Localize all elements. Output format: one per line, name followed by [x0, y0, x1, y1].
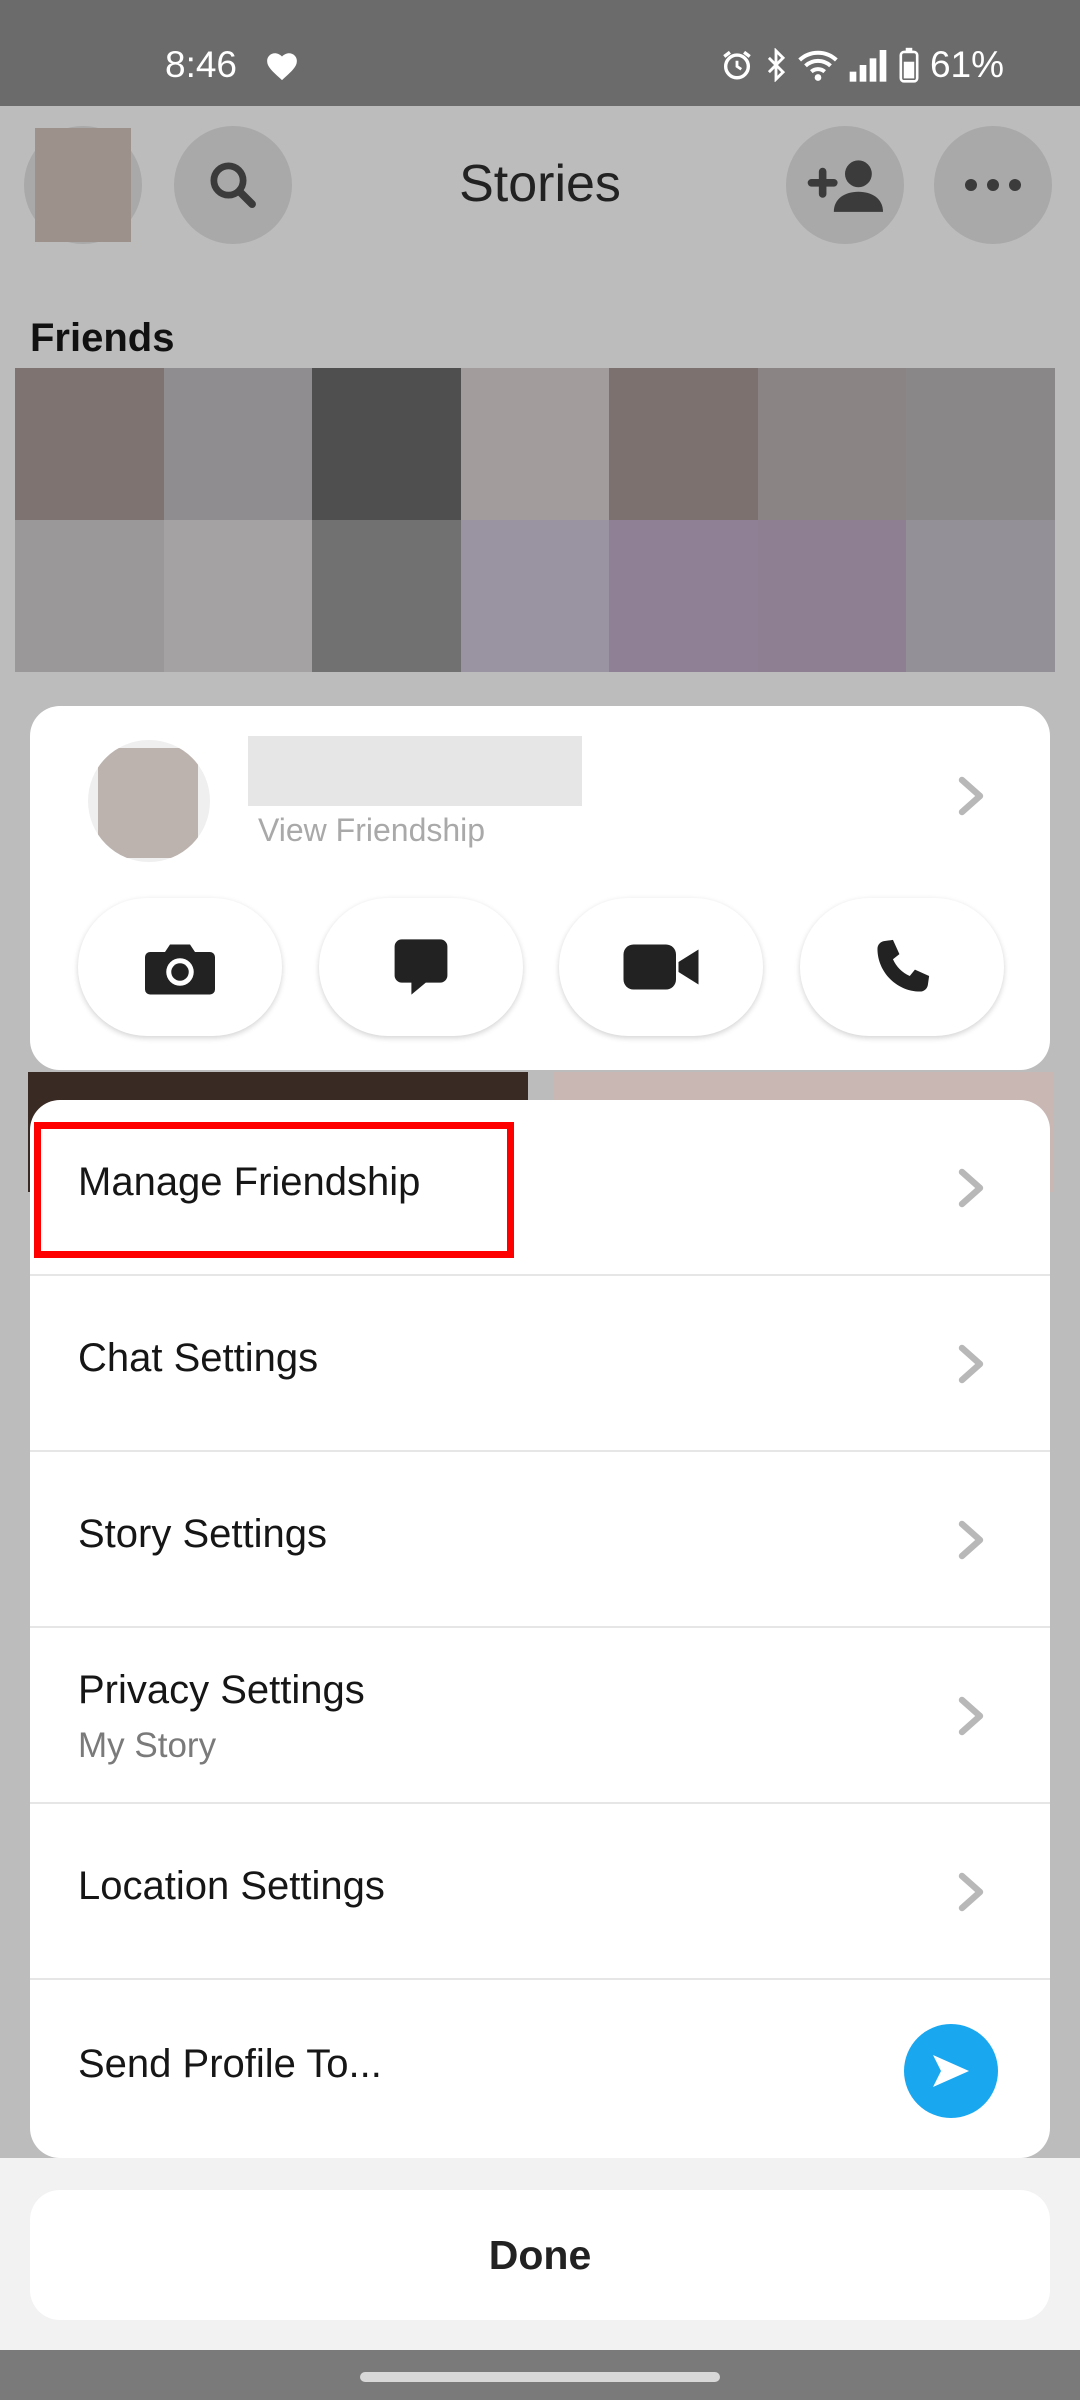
chevron-right-icon	[958, 1696, 984, 1736]
chevron-right-icon	[958, 1168, 984, 1208]
friend-settings-menu: Manage Friendship Chat Settings Story Se…	[30, 1100, 1050, 2158]
highlight-box	[34, 1122, 514, 1258]
quick-actions-row	[78, 898, 1004, 1038]
menu-item-sublabel: My Story	[78, 1726, 217, 1765]
chevron-right-icon	[958, 1520, 984, 1560]
status-icons: 61%	[720, 44, 1004, 86]
signal-icon	[849, 50, 887, 82]
story-tile[interactable]	[163, 368, 313, 520]
status-time: 8:46	[165, 44, 238, 85]
camera-button[interactable]	[78, 898, 282, 1036]
heart-icon	[267, 53, 297, 81]
avatar-image	[98, 748, 198, 858]
chevron-right-icon[interactable]	[950, 772, 990, 820]
phone-icon	[877, 939, 930, 992]
send-arrow-icon	[933, 2055, 969, 2087]
more-options-button[interactable]	[934, 126, 1052, 244]
chat-icon	[394, 939, 448, 995]
page-title: Stories	[459, 155, 621, 213]
friend-name-redacted	[248, 736, 582, 806]
home-gesture-handle[interactable]	[360, 2372, 720, 2382]
menu-item-label: Story Settings	[78, 1512, 328, 1556]
send-button[interactable]	[904, 2024, 998, 2118]
story-tile[interactable]	[757, 368, 907, 520]
add-friend-icon	[807, 160, 883, 212]
video-icon	[623, 944, 699, 990]
chevron-right-icon	[958, 1344, 984, 1384]
friends-stories-grid[interactable]	[15, 368, 1055, 672]
wifi-icon	[798, 50, 838, 81]
menu-item-location-settings[interactable]: Location Settings	[30, 1804, 1050, 1980]
voice-call-button[interactable]	[799, 898, 1004, 1036]
menu-item-label: Chat Settings	[78, 1336, 319, 1380]
menu-item-send-profile[interactable]: Send Profile To...	[30, 1980, 1050, 2158]
battery-percent: 61%	[929, 44, 1004, 85]
story-tile[interactable]	[312, 520, 461, 672]
bluetooth-icon	[767, 48, 786, 82]
menu-item-label: Privacy Settings	[78, 1668, 365, 1712]
menu-item-chat-settings[interactable]: Chat Settings	[30, 1276, 1050, 1452]
view-friendship-link[interactable]: View Friendship	[258, 812, 485, 849]
story-tile[interactable]	[460, 520, 610, 672]
story-tile[interactable]	[15, 520, 164, 672]
story-tile[interactable]	[15, 368, 164, 520]
story-tile[interactable]	[906, 520, 1055, 672]
more-icon	[965, 179, 1021, 191]
friends-section-label: Friends	[30, 316, 175, 360]
story-tile[interactable]	[757, 520, 907, 672]
video-call-button[interactable]	[559, 898, 764, 1036]
add-friend-button[interactable]	[786, 126, 904, 244]
friend-avatar[interactable]	[88, 740, 210, 862]
chevron-right-icon	[958, 1872, 984, 1912]
battery-icon	[899, 47, 919, 83]
menu-item-label: Send Profile To...	[78, 2042, 382, 2086]
story-tile[interactable]	[906, 368, 1055, 520]
status-bar: 8:46 61%	[0, 0, 1080, 106]
chat-button[interactable]	[318, 898, 523, 1036]
story-tile[interactable]	[312, 368, 461, 520]
menu-item-story-settings[interactable]: Story Settings	[30, 1452, 1050, 1628]
story-tile[interactable]	[609, 520, 758, 672]
menu-item-label: Location Settings	[78, 1864, 385, 1908]
done-button[interactable]: Done	[30, 2190, 1050, 2320]
story-tile[interactable]	[609, 368, 758, 520]
story-tile[interactable]	[163, 520, 313, 672]
friend-profile-card: View Friendship	[30, 706, 1050, 1070]
alarm-icon	[723, 50, 751, 80]
menu-item-privacy-settings[interactable]: Privacy Settings My Story	[30, 1628, 1050, 1804]
navigation-bar	[0, 2350, 1080, 2400]
camera-icon	[145, 944, 215, 995]
story-tile[interactable]	[460, 368, 610, 520]
